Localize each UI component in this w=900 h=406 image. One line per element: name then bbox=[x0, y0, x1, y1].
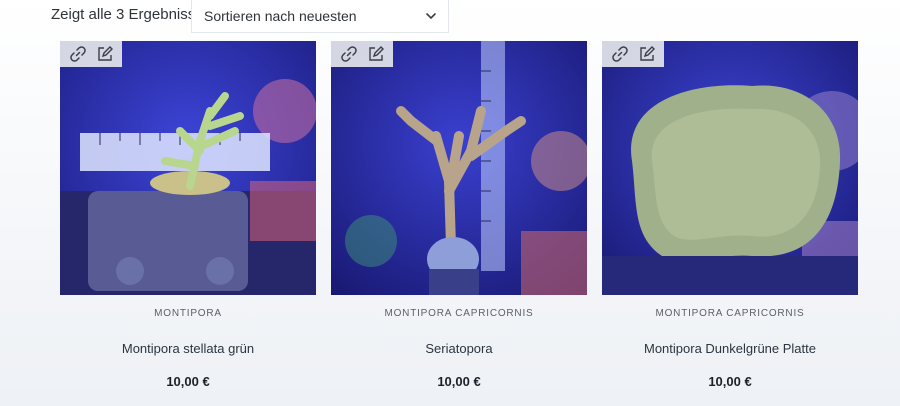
image-actions bbox=[331, 41, 393, 67]
product-price: 10,00 € bbox=[437, 374, 481, 389]
product-category[interactable]: MONTIPORA bbox=[60, 308, 316, 319]
edit-icon[interactable] bbox=[638, 45, 656, 63]
product-image[interactable] bbox=[331, 41, 587, 295]
image-actions bbox=[602, 41, 664, 67]
product-title[interactable]: Seriatopora bbox=[331, 341, 587, 356]
product-card: MONTIPORA Montipora stellata grün 10,00 … bbox=[60, 41, 316, 389]
chevron-down-icon bbox=[426, 13, 436, 20]
product-image[interactable] bbox=[602, 41, 858, 295]
link-icon[interactable] bbox=[69, 45, 87, 63]
product-category[interactable]: MONTIPORA CAPRICORNIS bbox=[331, 308, 587, 319]
coral-photo bbox=[331, 41, 587, 295]
product-title[interactable]: Montipora Dunkelgrüne Platte bbox=[602, 341, 858, 356]
coral-photo bbox=[602, 41, 858, 295]
sort-select-value: Sortieren nach neuesten bbox=[204, 8, 357, 24]
edit-icon[interactable] bbox=[367, 45, 385, 63]
product-price: 10,00 € bbox=[708, 374, 752, 389]
product-card: MONTIPORA CAPRICORNIS Seriatopora 10,00 … bbox=[331, 41, 587, 389]
product-title[interactable]: Montipora stellata grün bbox=[60, 341, 316, 356]
link-icon[interactable] bbox=[611, 45, 629, 63]
edit-icon[interactable] bbox=[96, 45, 114, 63]
shop-toolbar: Zeigt alle 3 Ergebnisse Sortieren nach n… bbox=[0, 0, 900, 34]
sort-select[interactable]: Sortieren nach neuesten bbox=[191, 0, 449, 33]
product-category[interactable]: MONTIPORA CAPRICORNIS bbox=[602, 308, 858, 319]
product-card: MONTIPORA CAPRICORNIS Montipora Dunkelgr… bbox=[602, 41, 858, 389]
product-image[interactable] bbox=[60, 41, 316, 295]
image-actions bbox=[60, 41, 122, 67]
product-price: 10,00 € bbox=[166, 374, 210, 389]
coral-photo bbox=[60, 41, 316, 295]
link-icon[interactable] bbox=[340, 45, 358, 63]
result-count: Zeigt alle 3 Ergebnisse bbox=[51, 6, 204, 23]
